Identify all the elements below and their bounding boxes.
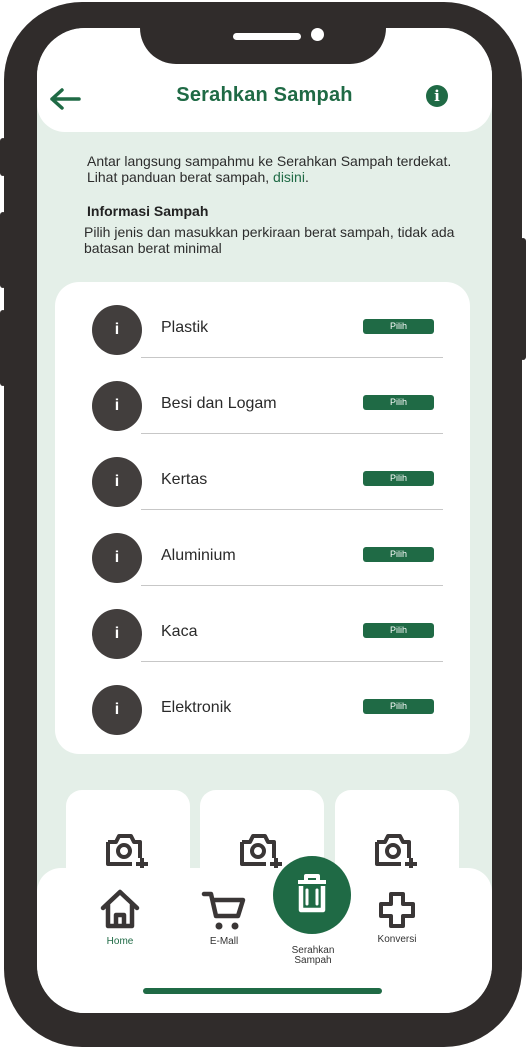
category-row-kertas[interactable]: i Kertas Pilih [55,457,470,533]
plus-icon [379,892,415,928]
page-title: Serahkan Sampah [176,84,353,106]
category-label: Kertas [161,471,208,488]
camera-add-icon [375,834,417,868]
nav-konversi[interactable]: Konversi [367,890,427,945]
info-circle-icon[interactable]: i [92,457,142,507]
category-row-elektronik[interactable]: i Elektronik Pilih [55,685,470,761]
side-button-left-3 [0,310,6,386]
category-label: Elektronik [161,699,232,716]
category-label: Kaca [161,623,198,640]
info-circle-icon[interactable]: i [92,533,142,583]
pilih-button[interactable]: Pilih [363,395,434,410]
guide-link[interactable]: disini [273,169,305,185]
side-button-left-1 [0,138,6,176]
section-heading: Informasi Sampah [87,203,209,219]
front-camera [311,28,324,41]
intro-period: . [304,169,309,185]
nav-label: Home [106,936,134,947]
row-divider [141,585,443,586]
trash-icon [298,874,326,913]
side-button-right [520,238,526,360]
nav-label: Konversi [377,934,417,945]
category-label: Plastik [161,319,209,336]
row-divider [141,509,443,510]
intro-body: Antar langsung sampahmu ke Serahkan Samp… [87,153,452,185]
category-label: Besi dan Logam [161,395,277,412]
nav-emall[interactable]: E-Mall [194,888,254,947]
home-icon [100,889,140,929]
category-list-card: i Plastik Pilih i Besi dan Logam Pilih i… [55,282,470,754]
pilih-button[interactable]: Pilih [363,699,434,714]
nav-home[interactable]: Home [90,888,150,947]
nav-serahkan-sampah[interactable]: Serahkan Sampah [278,946,348,966]
pilih-button[interactable]: Pilih [363,547,434,562]
speaker-grille [233,33,301,40]
pilih-button[interactable]: Pilih [363,471,434,486]
info-circle-icon[interactable]: i [92,609,142,659]
category-row-besi-logam[interactable]: i Besi dan Logam Pilih [55,381,470,457]
category-label: Aluminium [161,547,236,564]
row-divider [141,433,443,434]
side-button-left-2 [0,212,6,288]
category-row-aluminium[interactable]: i Aluminium Pilih [55,533,470,609]
info-circle-icon[interactable]: i [92,685,142,735]
pilih-button[interactable]: Pilih [363,623,434,638]
nav-label-line2: Sampah [294,955,332,966]
info-circle-icon[interactable]: i [92,381,142,431]
intro-text: Antar langsung sampahmu ke Serahkan Samp… [87,153,457,185]
home-indicator[interactable] [143,988,382,994]
row-divider [141,661,443,662]
camera-add-icon [106,834,148,868]
pilih-button[interactable]: Pilih [363,319,434,334]
section-description: Pilih jenis dan masukkan perkiraan berat… [84,224,455,256]
nav-label: E-Mall [209,936,239,947]
category-row-plastik[interactable]: i Plastik Pilih [55,305,470,381]
cart-icon [201,891,246,930]
row-divider [141,357,443,358]
info-icon[interactable]: i [426,85,448,107]
app-screen: Serahkan Sampah i Antar langsung sampahm… [37,28,492,1013]
category-row-kaca[interactable]: i Kaca Pilih [55,609,470,685]
serahkan-sampah-fab[interactable] [273,856,351,934]
info-circle-icon[interactable]: i [92,305,142,355]
